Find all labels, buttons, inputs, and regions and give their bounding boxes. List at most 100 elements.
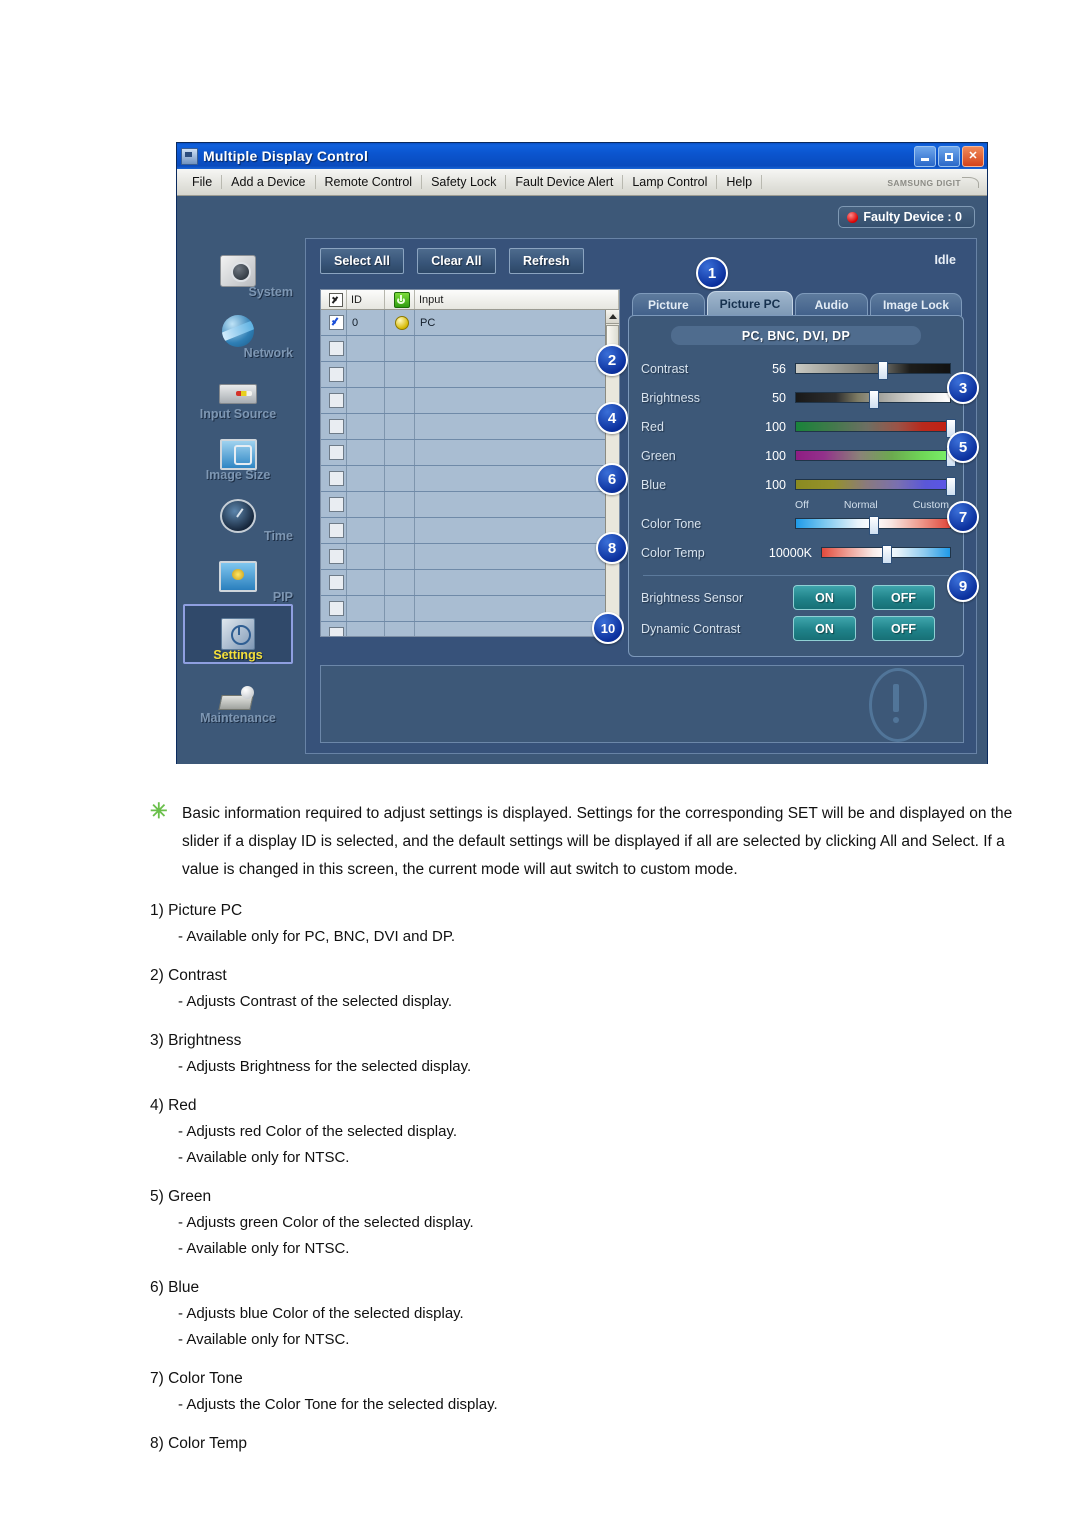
sidebar-item-network[interactable]: Network (177, 299, 299, 360)
table-row[interactable] (321, 388, 619, 414)
table-row[interactable] (321, 440, 619, 466)
sidebar-item-image-size[interactable]: Image Size (177, 421, 299, 482)
row-id-cell (347, 388, 385, 413)
list-item-sub: - Adjusts the Color Tone for the selecte… (178, 1396, 498, 1413)
red-slider[interactable] (795, 419, 956, 438)
contrast-slider[interactable] (795, 361, 951, 380)
sidebar-item-time[interactable]: Time (177, 482, 299, 543)
status-label: Idle (934, 253, 956, 267)
table-row[interactable] (321, 336, 619, 362)
row-checkbox-cell[interactable] (321, 310, 347, 335)
sidebar-item-label: Time (264, 529, 293, 543)
row-checkbox-cell[interactable] (321, 440, 347, 465)
row-checkbox-cell[interactable] (321, 622, 347, 636)
slider-thumb[interactable] (882, 545, 892, 564)
row-checkbox-cell[interactable] (321, 492, 347, 517)
note-text: Basic information required to adjust set… (182, 805, 1013, 878)
menu-bar: File Add a Device Remote Control Safety … (177, 169, 987, 196)
table-row[interactable]: 0 PC (321, 310, 619, 336)
column-header-id: ID (347, 290, 385, 309)
brightness-sensor-off-button[interactable]: OFF (872, 585, 935, 610)
checkbox-icon (328, 419, 344, 434)
sidebar-item-maintenance[interactable]: Maintenance (177, 664, 299, 725)
blue-slider[interactable] (795, 477, 956, 496)
brightness-sensor-label: Brightness Sensor (641, 590, 744, 605)
menu-item-remote-control[interactable]: Remote Control (316, 175, 423, 189)
mode-pill: PC, BNC, DVI, DP (671, 326, 921, 345)
menu-item-add-a-device[interactable]: Add a Device (222, 175, 316, 189)
color-temp-label: Color Temp (641, 545, 705, 560)
row-checkbox-cell[interactable] (321, 544, 347, 569)
sidebar-item-settings[interactable]: Settings (183, 604, 293, 664)
brightness-label: Brightness (641, 390, 701, 405)
green-value: 100 (765, 448, 786, 463)
slider-row-color-tone: Color Tone (641, 509, 951, 538)
color-temp-slider[interactable] (821, 545, 951, 564)
table-row[interactable] (321, 544, 619, 570)
select-all-button[interactable]: Select All (320, 248, 404, 274)
table-row[interactable] (321, 518, 619, 544)
green-slider[interactable] (795, 448, 956, 467)
list-item-sub: - Available only for NTSC. (178, 1149, 350, 1166)
row-checkbox-cell[interactable] (321, 414, 347, 439)
row-checkbox-cell[interactable] (321, 518, 347, 543)
tab-picture-pc[interactable]: Picture PC (706, 291, 794, 316)
refresh-button[interactable]: Refresh (508, 248, 584, 274)
menu-item-safety-lock[interactable]: Safety Lock (422, 175, 507, 189)
dynamic-contrast-off-button[interactable]: OFF (872, 616, 935, 641)
menu-item-fault-device-alert[interactable]: Fault Device Alert (506, 175, 624, 189)
row-checkbox-cell[interactable] (321, 388, 347, 413)
table-row[interactable] (321, 596, 619, 622)
checkbox-icon (328, 523, 344, 538)
sidebar-item-input-source[interactable]: Input Source (177, 360, 299, 421)
slider-row-contrast: Contrast 56 (641, 354, 951, 383)
dynamic-contrast-on-button[interactable]: ON (793, 616, 856, 641)
table-row[interactable] (321, 492, 619, 518)
slider-thumb[interactable] (869, 516, 879, 535)
brightness-value: 50 (772, 390, 786, 405)
sidebar-item-pip[interactable]: PIP (177, 543, 299, 604)
close-icon[interactable]: ✕ (962, 146, 984, 167)
slider-row-blue: Blue 100 (641, 470, 956, 499)
list-item: 2) Contrast - Adjusts Contrast of the se… (150, 963, 1080, 1015)
row-input-cell (415, 518, 619, 543)
clear-all-button[interactable]: Clear All (417, 248, 496, 274)
sidebar-item-system[interactable]: System (177, 238, 299, 299)
faulty-device-label: Faulty Device : 0 (863, 210, 962, 224)
table-row[interactable] (321, 570, 619, 596)
row-checkbox-cell[interactable] (321, 362, 347, 387)
row-id-cell (347, 518, 385, 543)
row-power-cell (385, 336, 415, 361)
row-checkbox-cell[interactable] (321, 570, 347, 595)
brightness-slider[interactable] (795, 390, 951, 409)
list-item-title: 7) Color Tone (150, 1370, 243, 1387)
color-tone-slider[interactable] (795, 516, 951, 535)
table-row[interactable] (321, 414, 619, 440)
checkbox-icon (328, 497, 344, 512)
minimize-button[interactable] (914, 146, 936, 167)
brightness-sensor-on-button[interactable]: ON (793, 585, 856, 610)
toggle-row-brightness-sensor: Brightness Sensor ON OFF (641, 582, 951, 613)
row-input-cell (415, 466, 619, 491)
slider-thumb[interactable] (878, 361, 889, 380)
table-row[interactable] (321, 466, 619, 492)
row-checkbox-cell[interactable] (321, 466, 347, 491)
list-item-title: 3) Brightness (150, 1032, 242, 1049)
row-checkbox-cell[interactable] (321, 596, 347, 621)
table-row[interactable] (321, 622, 619, 636)
scroll-up-icon[interactable] (606, 310, 619, 324)
table-row[interactable] (321, 362, 619, 388)
tab-audio[interactable]: Audio (795, 293, 868, 316)
tab-picture[interactable]: Picture (632, 293, 705, 316)
column-header-select-all[interactable] (321, 290, 347, 309)
slider-thumb[interactable] (946, 477, 956, 496)
tab-image-lock[interactable]: Image Lock (869, 293, 962, 316)
menu-item-help[interactable]: Help (717, 175, 763, 189)
maximize-button[interactable] (938, 146, 960, 167)
menu-item-file[interactable]: File (183, 175, 223, 189)
row-checkbox-cell[interactable] (321, 336, 347, 361)
menu-item-lamp-control[interactable]: Lamp Control (623, 175, 718, 189)
list-item: 1) Picture PC - Available only for PC, B… (150, 898, 1080, 950)
row-id-cell (347, 362, 385, 387)
slider-thumb[interactable] (869, 390, 879, 409)
